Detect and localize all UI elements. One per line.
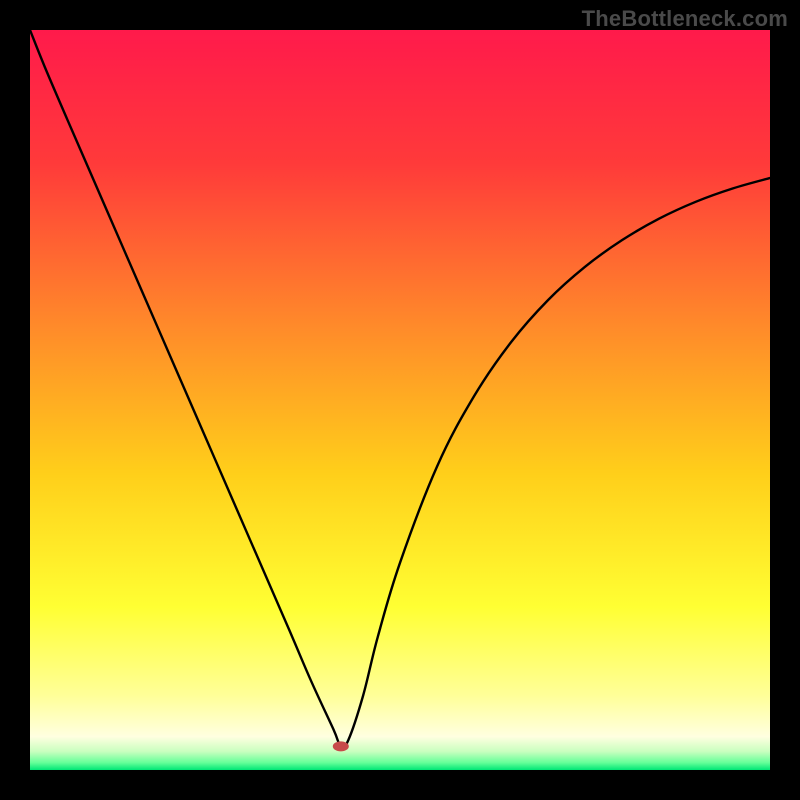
gradient-background (30, 30, 770, 770)
plot-area (30, 30, 770, 770)
chart-frame: TheBottleneck.com (0, 0, 800, 800)
optimal-point-marker (333, 741, 349, 751)
bottleneck-chart (30, 30, 770, 770)
watermark-text: TheBottleneck.com (582, 6, 788, 32)
